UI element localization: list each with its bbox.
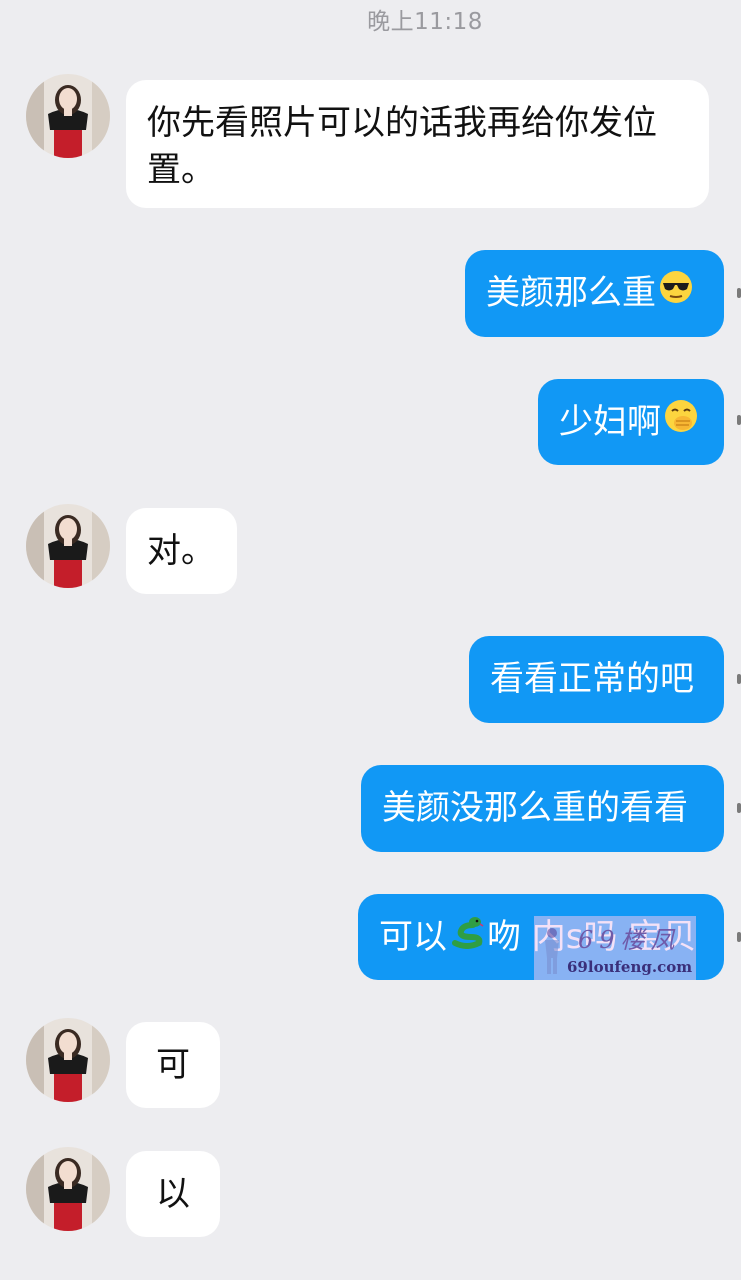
message-text: 你先看照片可以的话我再给你发位置。 <box>147 103 657 190</box>
message-text: 以 <box>156 1173 190 1214</box>
contact-avatar[interactable] <box>26 1147 110 1231</box>
message-bubble-outgoing[interactable]: 美颜那么重 <box>465 250 724 337</box>
message-bubble-outgoing[interactable]: 看看正常的吧 <box>469 636 724 723</box>
watermark-figure-icon <box>540 926 564 980</box>
message-text-before: 可以 <box>379 916 447 957</box>
contact-avatar[interactable] <box>26 1018 110 1102</box>
message-bubble-incoming[interactable]: 对。 <box>126 508 237 594</box>
message-bubble-incoming[interactable]: 以 <box>126 1151 220 1237</box>
message-bubble-incoming[interactable]: 你先看照片可以的话我再给你发位置。 <box>126 80 709 208</box>
contact-avatar[interactable] <box>26 74 110 158</box>
edge-indicator <box>737 932 741 942</box>
snake-emoji <box>449 913 485 962</box>
message-text: 美颜没那么重的看看 <box>382 788 688 828</box>
message-text: 美颜那么重 <box>486 273 656 313</box>
message-text: 可 <box>156 1044 190 1085</box>
message-text: 看看正常的吧 <box>490 659 694 699</box>
hand-over-mouth-face-emoji <box>663 398 699 447</box>
message-bubble-outgoing[interactable]: 少妇啊 <box>538 379 724 465</box>
contact-avatar[interactable] <box>26 504 110 588</box>
edge-indicator <box>737 674 741 684</box>
watermark-logo: 69楼凤 <box>578 926 681 954</box>
message-bubble-outgoing[interactable]: 美颜没那么重的看看 <box>361 765 724 852</box>
edge-indicator <box>737 415 741 425</box>
message-text: 对。 <box>147 530 215 571</box>
message-bubble-incoming[interactable]: 可 <box>126 1022 220 1108</box>
watermark-site: 69loufeng.com <box>567 958 693 976</box>
edge-indicator <box>737 803 741 813</box>
sunglasses-face-emoji <box>658 269 694 318</box>
message-timestamp: 晚上11:18 <box>367 9 483 35</box>
edge-indicator <box>737 288 741 298</box>
message-text: 少妇啊 <box>559 401 661 442</box>
watermark: 69楼凤 69loufeng.com <box>534 916 696 980</box>
